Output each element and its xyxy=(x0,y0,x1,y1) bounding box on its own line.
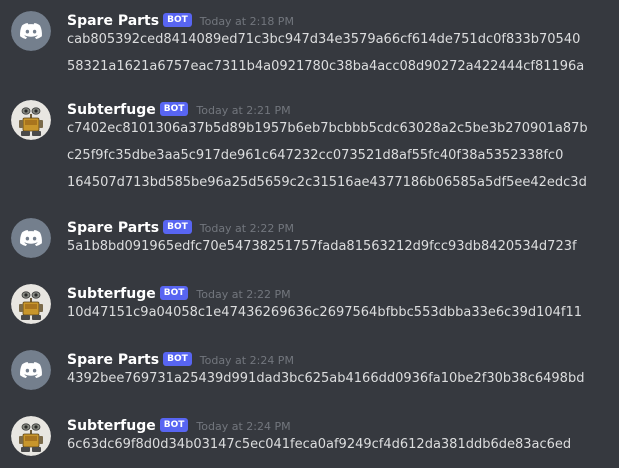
message-header: Subterfuge BOT Today at 2:22 PM xyxy=(67,284,291,304)
timestamp: Today at 2:22 PM xyxy=(199,221,294,235)
message-line: 58321a1621a6757eac7311b4a0921780c38ba4ac… xyxy=(67,59,585,74)
message-content: cab805392ced8414089ed71c3bc947d34e3579a6… xyxy=(67,31,584,85)
discord-logo-avatar[interactable] xyxy=(11,218,51,258)
timestamp: Today at 2:24 PM xyxy=(196,419,291,433)
timestamp: Today at 2:22 PM xyxy=(196,287,291,301)
bot-badge: BOT xyxy=(159,102,189,116)
username[interactable]: Subterfuge xyxy=(67,286,156,302)
message-line: 5a1b8bd091965edfc70e54738251757fada81563… xyxy=(67,239,577,254)
message-line: 4392bee769731a25439d991dad3bc625ab4166dd… xyxy=(67,371,585,386)
timestamp: Today at 2:24 PM xyxy=(199,353,294,367)
username[interactable]: Subterfuge xyxy=(67,418,156,434)
robot-avatar[interactable] xyxy=(11,100,51,140)
bot-badge: BOT xyxy=(163,13,192,27)
message-line: cab805392ced8414089ed71c3bc947d34e3579a6… xyxy=(67,32,581,47)
timestamp: Today at 2:21 PM xyxy=(196,103,291,117)
robot-avatar[interactable] xyxy=(11,416,51,456)
username[interactable]: Spare Parts xyxy=(67,220,159,236)
message-content: c7402ec8101306a37b5d89b1957b6eb7bcbbb5cd… xyxy=(67,120,588,201)
bot-badge: BOT xyxy=(159,286,189,300)
bot-badge: BOT xyxy=(163,352,192,366)
bot-badge: BOT xyxy=(163,220,192,234)
discord-logo-avatar[interactable] xyxy=(11,350,51,390)
message-content: 10d47151c9a04058c1e47436269636c2697564bf… xyxy=(67,304,582,331)
message-header: Spare Parts BOT Today at 2:18 PM xyxy=(67,11,294,31)
message-line: 6c63dc69f8d0d34b03147c5ec041feca0af9249c… xyxy=(67,437,572,452)
username[interactable]: Subterfuge xyxy=(67,102,156,118)
username[interactable]: Spare Parts xyxy=(67,13,159,29)
timestamp: Today at 2:18 PM xyxy=(199,14,294,28)
robot-avatar[interactable] xyxy=(11,284,51,324)
message-line: c25f9fc35dbe3aa5c917de961c647232cc073521… xyxy=(67,148,564,163)
bot-badge: BOT xyxy=(159,418,189,432)
username[interactable]: Spare Parts xyxy=(67,352,159,368)
message-header: Spare Parts BOT Today at 2:22 PM xyxy=(67,218,294,238)
message-line: 164507d713bd585be96a25d5659c2c31516ae437… xyxy=(67,175,587,190)
message-header: Subterfuge BOT Today at 2:24 PM xyxy=(67,416,291,436)
message-content: 4392bee769731a25439d991dad3bc625ab4166dd… xyxy=(67,370,584,397)
message-content: 6c63dc69f8d0d34b03147c5ec041feca0af9249c… xyxy=(67,436,571,463)
message-content: 5a1b8bd091965edfc70e54738251757fada81563… xyxy=(67,238,577,265)
message-header: Spare Parts BOT Today at 2:24 PM xyxy=(67,350,294,370)
discord-logo-avatar[interactable] xyxy=(11,11,51,51)
message-line: 10d47151c9a04058c1e47436269636c2697564bf… xyxy=(67,305,583,320)
message-line: c7402ec8101306a37b5d89b1957b6eb7bcbbb5cd… xyxy=(67,121,588,136)
message-feed: Spare Parts BOT Today at 2:18 PM cab805392c… xyxy=(0,0,619,468)
message-header: Subterfuge BOT Today at 2:21 PM xyxy=(67,100,291,120)
